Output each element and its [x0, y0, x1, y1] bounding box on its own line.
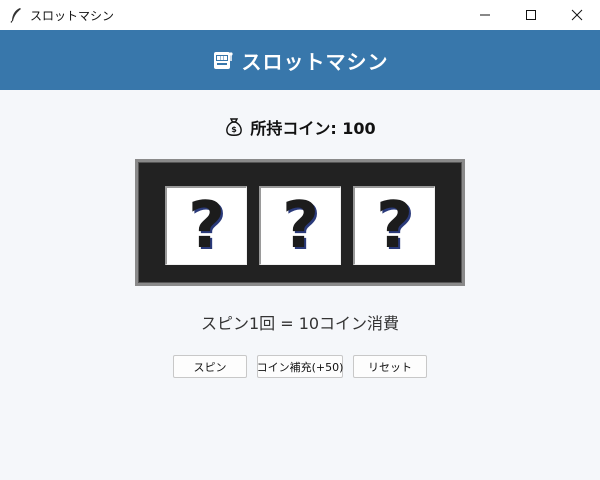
- reel-3: ?: [353, 186, 435, 265]
- app-header: スロットマシン: [0, 30, 600, 90]
- button-row: スピン コイン補充(+50) リセット: [0, 355, 600, 379]
- slot-machine-icon: [212, 49, 234, 71]
- reel-3-symbol: ?: [375, 189, 414, 263]
- maximize-button[interactable]: [508, 0, 554, 30]
- header-title: スロットマシン: [241, 49, 389, 74]
- title-bar: スロットマシン: [0, 0, 600, 30]
- reset-button[interactable]: リセット: [353, 355, 427, 378]
- close-button[interactable]: [554, 0, 600, 30]
- reel-2-symbol: ?: [281, 189, 320, 263]
- window-title: スロットマシン: [30, 8, 115, 23]
- spin-button[interactable]: スピン: [173, 355, 247, 378]
- coin-balance: $ 所持コイン: 100: [0, 114, 600, 140]
- coin-balance-label: 所持コイン: 100: [250, 119, 376, 138]
- money-bag-icon: $: [224, 117, 244, 137]
- feather-icon: [6, 5, 26, 25]
- slot-machine-frame: ? ? ?: [135, 159, 465, 286]
- reel-1: ?: [165, 186, 247, 265]
- add-coins-button[interactable]: コイン補充(+50): [257, 355, 343, 378]
- svg-text:$: $: [232, 125, 238, 134]
- reel-1-symbol: ?: [187, 189, 226, 263]
- reel-2: ?: [259, 186, 341, 265]
- spin-cost-text: スピン1回 = 10コイン消費: [200, 314, 400, 333]
- minimize-button[interactable]: [462, 0, 508, 30]
